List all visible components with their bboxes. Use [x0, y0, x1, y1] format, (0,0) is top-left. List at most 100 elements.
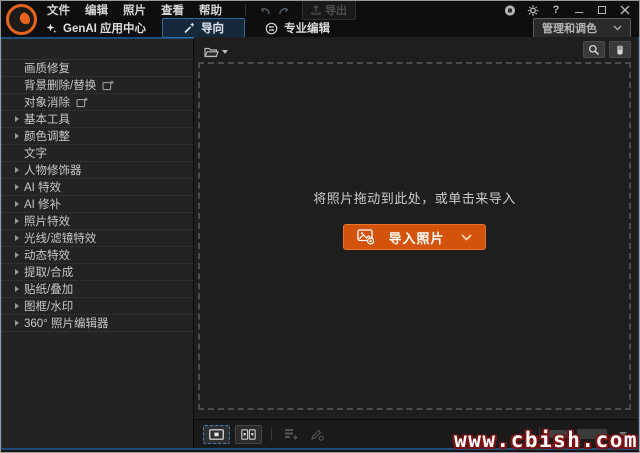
sidebar-item-label: 背景删除/替换 — [24, 77, 96, 93]
pro-edit-tab[interactable]: 专业编辑 — [265, 20, 330, 36]
open-folder-dropdown[interactable] — [204, 46, 228, 58]
guide-tab[interactable]: 导向 — [162, 18, 245, 38]
sidebar-item-label: 颜色调整 — [24, 128, 70, 144]
chevron-down-icon — [613, 25, 622, 31]
sidebar-item[interactable]: 提取/合成 — [2, 264, 193, 281]
single-view-icon — [209, 429, 224, 440]
split-view-button[interactable] — [235, 425, 262, 444]
expand-arrow-icon — [15, 286, 19, 292]
folder-caret-icon — [222, 50, 228, 54]
expand-arrow-icon — [15, 167, 19, 173]
guide-tab-label: 导向 — [201, 20, 224, 36]
sidebar-item-label: 提取/合成 — [24, 264, 73, 280]
redo-icon[interactable] — [276, 3, 292, 17]
manage-color-label: 管理和调色 — [542, 20, 597, 36]
minimize-button[interactable] — [573, 4, 585, 16]
sidebar-item[interactable]: 基本工具 — [2, 111, 193, 128]
sidebar-item-label: 基本工具 — [24, 111, 70, 127]
expand-arrow-icon — [15, 184, 19, 190]
sidebar-item-label: 文字 — [24, 145, 47, 161]
app-logo-icon — [6, 4, 37, 35]
header: 文件编辑照片查看帮助 导出 ? — [1, 1, 639, 37]
sidebar-item[interactable]: AI 修补 — [2, 196, 193, 213]
expand-arrow-icon — [15, 235, 19, 241]
single-view-button[interactable] — [203, 425, 230, 444]
sparkle-icon — [45, 22, 57, 34]
expand-arrow-icon — [15, 269, 19, 275]
sidebar-item-label: 光线/滤镜特效 — [24, 230, 96, 246]
drop-hint-text: 将照片拖动到此处，或单击来导入 — [313, 188, 516, 207]
pro-edit-label: 专业编辑 — [284, 20, 330, 36]
menubar: 文件编辑照片查看帮助 导出 ? — [1, 1, 639, 19]
close-button[interactable] — [619, 4, 631, 16]
account-icon[interactable] — [504, 4, 516, 16]
expand-arrow-icon — [15, 218, 19, 224]
watermark-text: www.cbish.com — [454, 428, 638, 452]
sidebar-item[interactable]: 画质修复 — [2, 60, 193, 77]
menu-item-1[interactable]: 编辑 — [85, 2, 108, 18]
export-label: 导出 — [325, 2, 347, 18]
sidebar-item[interactable]: 文字 — [2, 145, 193, 162]
expand-arrow-icon — [15, 201, 19, 207]
ai-badge-icon — [76, 97, 88, 108]
divider — [245, 4, 246, 16]
sidebar-item[interactable]: 图框/水印 — [2, 298, 193, 315]
sidebar-item[interactable]: 照片特效 — [2, 213, 193, 230]
main-panel: 将照片拖动到此处，或单击来导入 导入照片 — [194, 37, 638, 448]
zoom-tool-button[interactable] — [583, 41, 605, 58]
sidebar-item[interactable]: 人物修饰器 — [2, 162, 193, 179]
genai-hub-label: GenAI 应用中心 — [63, 20, 146, 36]
menu-item-3[interactable]: 查看 — [161, 2, 184, 18]
sidebar-list: 画质修复背景删除/替换对象消除基本工具颜色调整文字人物修饰器AI 特效AI 修补… — [2, 60, 193, 332]
settings-gear-icon[interactable] — [527, 4, 539, 16]
sidebar-item-label: 贴纸/叠加 — [24, 281, 73, 297]
export-button[interactable]: 导出 — [302, 0, 356, 20]
undo-icon[interactable] — [256, 3, 272, 17]
import-chevron-icon[interactable] — [461, 234, 472, 241]
sidebar-item[interactable]: 贴纸/叠加 — [2, 281, 193, 298]
manage-color-dropdown[interactable]: 管理和调色 — [533, 18, 631, 39]
genai-hub-button[interactable]: GenAI 应用中心 — [45, 20, 146, 36]
tools-sidebar: 画质修复背景删除/替换对象消除基本工具颜色调整文字人物修饰器AI 特效AI 修补… — [2, 37, 194, 448]
sidebar-item-label: 360° 照片编辑器 — [24, 315, 108, 331]
photo-drop-zone[interactable]: 将照片拖动到此处，或单击来导入 导入照片 — [198, 62, 631, 410]
split-view-icon — [241, 429, 256, 440]
import-photos-button[interactable]: 导入照片 — [343, 224, 485, 250]
expand-arrow-icon — [15, 116, 19, 122]
import-photos-label: 导入照片 — [388, 228, 444, 247]
ai-badge-icon — [102, 80, 114, 91]
expand-arrow-icon — [15, 133, 19, 139]
hand-icon — [614, 44, 626, 56]
help-button[interactable]: ? — [550, 4, 562, 16]
sidebar-item-label: AI 修补 — [24, 196, 61, 212]
sidebar-item[interactable]: 光线/滤镜特效 — [2, 230, 193, 247]
app-window: 文件编辑照片查看帮助 导出 ? — [0, 0, 640, 453]
sidebar-item-label: 照片特效 — [24, 213, 70, 229]
hand-pan-tool-button[interactable] — [609, 41, 631, 58]
folder-icon — [204, 46, 219, 58]
edit-pen-icon — [307, 425, 327, 443]
expand-arrow-icon — [15, 320, 19, 326]
sidebar-item[interactable]: 360° 照片编辑器 — [2, 315, 193, 332]
export-icon — [311, 5, 321, 15]
sidebar-item[interactable]: 动态特效 — [2, 247, 193, 264]
expand-arrow-icon — [15, 303, 19, 309]
sidebar-item-label: 图框/水印 — [24, 298, 73, 314]
content: 画质修复背景删除/替换对象消除基本工具颜色调整文字人物修饰器AI 特效AI 修补… — [1, 37, 639, 450]
sidebar-item[interactable]: AI 特效 — [2, 179, 193, 196]
magnifier-icon — [588, 44, 600, 56]
magic-wand-icon — [183, 22, 195, 34]
sidebar-item-label: 画质修复 — [24, 60, 70, 76]
menu-item-0[interactable]: 文件 — [47, 2, 70, 18]
mode-toolbar: GenAI 应用中心 导向 专业编辑 管理和调色 — [1, 19, 639, 37]
sidebar-top-strip — [2, 37, 193, 60]
sidebar-item-label: 动态特效 — [24, 247, 70, 263]
canvas-toolbar — [194, 37, 638, 60]
add-photo-icon — [357, 229, 375, 245]
menu-item-4[interactable]: 帮助 — [199, 2, 222, 18]
sidebar-item[interactable]: 背景删除/替换 — [2, 77, 193, 94]
sidebar-item[interactable]: 颜色调整 — [2, 128, 193, 145]
menu-item-2[interactable]: 照片 — [123, 2, 146, 18]
sidebar-item[interactable]: 对象消除 — [2, 94, 193, 111]
maximize-button[interactable] — [596, 4, 608, 16]
